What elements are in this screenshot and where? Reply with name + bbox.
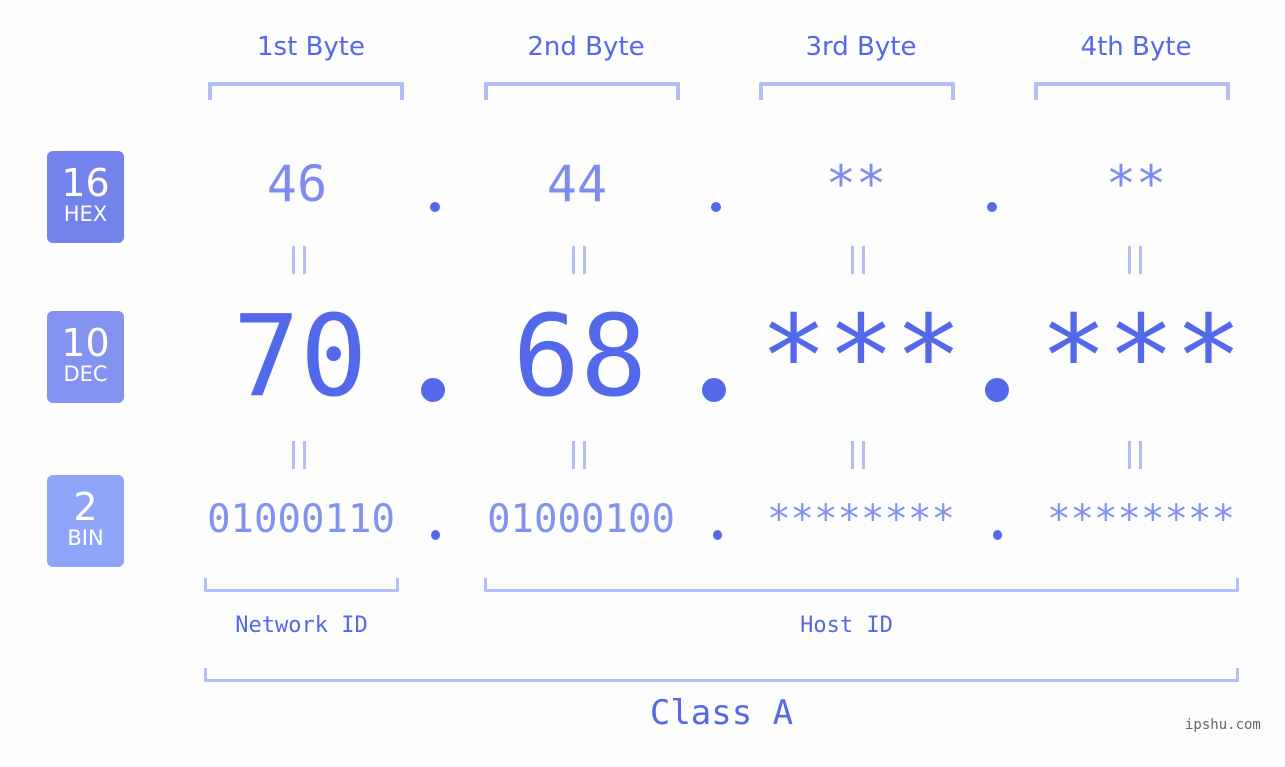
host-id-label: Host ID — [800, 613, 893, 638]
bin-byte-2: 01000100 — [487, 497, 675, 542]
header-byte-2: 2nd Byte — [527, 32, 645, 62]
equals-sign — [572, 246, 588, 274]
dec-base-label: DEC — [63, 362, 108, 386]
hex-byte-3: ** — [825, 155, 887, 213]
network-id-bracket — [204, 578, 399, 592]
hex-base-label: HEX — [63, 202, 108, 226]
byte-1-bracket — [208, 82, 404, 100]
dec-byte-4: *** — [1039, 292, 1243, 422]
dec-byte-2: 68 — [512, 292, 648, 422]
equals-sign — [851, 441, 867, 469]
header-byte-4: 4th Byte — [1080, 32, 1192, 62]
dec-base-number: 10 — [61, 321, 110, 365]
equals-sign — [572, 441, 588, 469]
host-id-bracket — [484, 578, 1239, 592]
dec-badge: 10 DEC — [47, 311, 124, 403]
dec-dot-separator — [421, 378, 445, 402]
dec-dot-separator — [702, 378, 726, 402]
equals-sign — [1128, 246, 1144, 274]
byte-4-bracket — [1034, 82, 1230, 100]
bin-base-number: 2 — [73, 485, 98, 529]
bin-byte-1: 01000110 — [207, 497, 395, 542]
class-label: Class A — [649, 693, 794, 733]
hex-base-number: 16 — [61, 161, 110, 205]
bin-dot-separator — [713, 530, 722, 540]
equals-sign — [851, 246, 867, 274]
dec-byte-3: *** — [759, 292, 963, 422]
equals-sign — [292, 441, 308, 469]
hex-byte-1: 46 — [266, 155, 328, 213]
bin-byte-4: ******** — [1047, 497, 1235, 542]
hex-dot-separator — [987, 202, 997, 212]
bin-base-label: BIN — [67, 526, 104, 550]
hex-dot-separator — [711, 202, 721, 212]
hex-dot-separator — [430, 202, 440, 212]
equals-sign — [292, 246, 308, 274]
header-byte-3: 3rd Byte — [805, 32, 917, 62]
equals-sign — [1128, 441, 1144, 469]
bin-badge: 2 BIN — [47, 475, 124, 567]
bin-dot-separator — [431, 530, 440, 540]
bin-dot-separator — [993, 530, 1002, 540]
bin-byte-3: ******** — [767, 497, 955, 542]
class-bracket — [204, 668, 1239, 682]
network-id-label: Network ID — [235, 613, 368, 638]
watermark: ipshu.com — [1185, 717, 1261, 733]
dec-dot-separator — [985, 378, 1009, 402]
dec-byte-1: 70 — [232, 292, 368, 422]
byte-2-bracket — [484, 82, 680, 100]
byte-3-bracket — [759, 82, 955, 100]
hex-badge: 16 HEX — [47, 151, 124, 243]
header-byte-1: 1st Byte — [257, 32, 365, 62]
hex-byte-4: ** — [1105, 155, 1167, 213]
hex-byte-2: 44 — [546, 155, 608, 213]
